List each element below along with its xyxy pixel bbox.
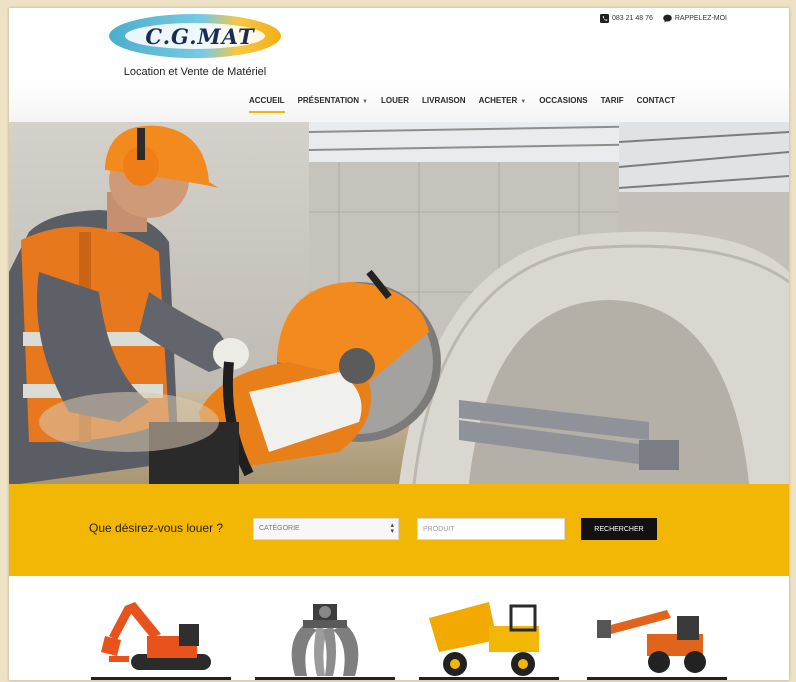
product-dumper[interactable]	[419, 596, 559, 680]
nav-label: OCCASIONS	[539, 96, 588, 105]
phone-icon	[600, 14, 609, 23]
callback-link[interactable]: RAPPELEZ-MOI	[663, 14, 727, 23]
product-categories	[9, 576, 789, 680]
nav-item-livraison[interactable]: LIVRAISON	[422, 96, 466, 113]
product-underline	[587, 677, 727, 680]
brand-logo[interactable]: C.G.MAT Location et Vente de Matériel	[105, 12, 285, 82]
nav-label: LOUER	[381, 96, 409, 105]
select-arrows-icon: ▴ ▾	[390, 522, 394, 535]
product-underline	[419, 677, 559, 680]
nav-item-accueil[interactable]: ACCUEIL	[249, 96, 285, 113]
dumper-icon	[429, 602, 539, 676]
phone-link[interactable]: 083 21 48 76	[600, 14, 653, 23]
nav-bar: ACCUEIL PRÉSENTATION ▼ LOUER LIVRAISON AC…	[9, 84, 789, 125]
nav-label: ACHETER	[478, 96, 518, 105]
product-telehandler[interactable]	[587, 596, 727, 680]
search-band: Que désirez-vous louer ? CATÉGORIE ▴▾ RE…	[9, 484, 789, 576]
site-header: C.G.MAT Location et Vente de Matériel 08…	[9, 8, 789, 126]
product-grapple[interactable]	[255, 596, 395, 680]
category-value: CATÉGORIE	[259, 525, 300, 532]
contact-bar: 083 21 48 76 RAPPELEZ-MOI	[600, 14, 727, 23]
nav-label: ACCUEIL	[249, 96, 285, 105]
nav-item-acheter[interactable]: ACHETER ▼	[479, 96, 527, 113]
chat-icon	[663, 14, 672, 23]
nav-item-contact[interactable]: CONTACT	[637, 96, 676, 113]
nav-label: PRÉSENTATION	[297, 96, 360, 105]
nav-label: LIVRAISON	[422, 96, 466, 105]
nav-label: CONTACT	[636, 96, 676, 105]
nav-item-louer[interactable]: LOUER	[381, 96, 409, 113]
grapple-icon	[291, 604, 359, 676]
telehandler-icon	[597, 610, 706, 673]
product-underline	[91, 677, 231, 680]
browser-page: C.G.MAT Location et Vente de Matériel 08…	[9, 8, 789, 680]
search-prompt: Que désirez-vous louer ?	[89, 521, 224, 535]
product-input[interactable]	[417, 518, 565, 540]
nav-label: TARIF	[600, 96, 624, 105]
logo-tagline: Location et Vente de Matériel	[123, 66, 267, 78]
excavator-icon	[101, 602, 211, 670]
nav-item-tarif[interactable]: TARIF	[601, 96, 624, 113]
search-button[interactable]: RECHERCHER	[581, 518, 657, 540]
nav-item-presentation[interactable]: PRÉSENTATION ▼	[298, 96, 368, 113]
nav-item-occasions[interactable]: OCCASIONS	[539, 96, 587, 113]
phone-number: 083 21 48 76	[612, 15, 653, 22]
hero-image	[9, 122, 789, 484]
category-select[interactable]: CATÉGORIE ▴ ▾	[253, 518, 399, 540]
main-nav: ACCUEIL PRÉSENTATION ▼ LOUER LIVRAISON AC…	[249, 96, 675, 113]
worker-cutting-concrete-illustration	[9, 122, 789, 484]
product-excavator[interactable]	[91, 596, 231, 680]
chevron-down-icon: ▼	[520, 99, 527, 105]
callback-label: RAPPELEZ-MOI	[674, 15, 727, 22]
chevron-down-icon: ▼	[362, 99, 368, 105]
product-underline	[255, 677, 395, 680]
logo-wordmark: C.G.MAT	[145, 24, 255, 49]
